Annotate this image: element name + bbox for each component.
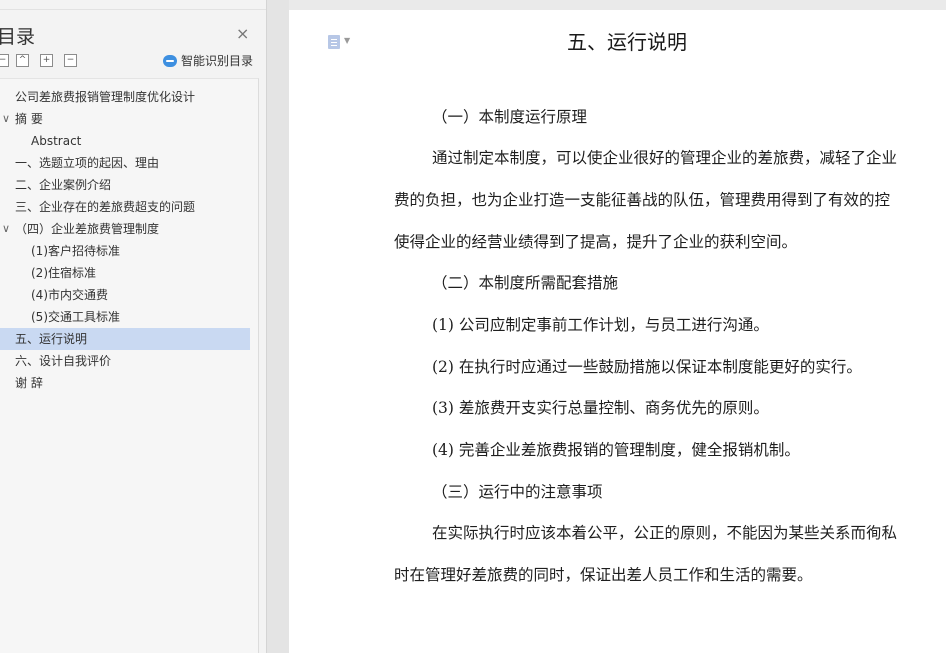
expand-up-icon[interactable]: ^ (16, 54, 29, 67)
document-page[interactable]: ▼ 五、运行说明 （一）本制度运行原理 通过制定本制度，可以使企业很好的管理企业… (289, 10, 946, 653)
toc-item-label: 二、企业案例介绍 (15, 178, 112, 192)
paragraph: （一）本制度运行原理 (432, 108, 588, 126)
ai-icon (163, 54, 177, 67)
toc-item-label: 谢 辞 (15, 376, 43, 390)
toc-item-label: Abstract (31, 134, 82, 148)
remove-heading-icon[interactable]: − (64, 54, 77, 67)
toc-item-label: 六、设计自我评价 (15, 354, 112, 368)
toc-item-sub-4[interactable]: (4)市内交通费 (0, 284, 250, 306)
toc-item-sub-1[interactable]: (1)客户招待标准 (0, 240, 250, 262)
toc-item-label: 摘 要 (15, 112, 43, 126)
toc-item-label: 五、运行说明 (15, 332, 88, 346)
toc-item-section-3[interactable]: 三、企业存在的差旅费超支的问题 (0, 196, 250, 218)
toc-item-label: (5)交通工具标准 (31, 310, 120, 324)
paragraph: (4) 完善企业差旅费报销的管理制度，健全报销机制。 (432, 441, 800, 459)
toc-item-label: (4)市内交通费 (31, 288, 108, 302)
toc-list: 公司差旅费报销管理制度优化设计 ∨ 摘 要 Abstract 一、选题立项的起因… (0, 78, 259, 653)
toc-item-sub-5[interactable]: (5)交通工具标准 (0, 306, 250, 328)
toc-item-label: （四）企业差旅费管理制度 (15, 222, 160, 236)
paragraph: (1) 公司应制定事前工作计划，与员工进行沟通。 (432, 316, 769, 334)
toc-item-section-2[interactable]: 二、企业案例介绍 (0, 174, 250, 196)
toc-item-label: (2)住宿标准 (31, 266, 96, 280)
chevron-down-icon[interactable]: ∨ (2, 108, 10, 130)
panel-divider[interactable] (266, 0, 289, 653)
toc-item-sub-2[interactable]: (2)住宿标准 (0, 262, 250, 284)
paragraph: 通过制定本制度，可以使企业很好的管理企业的差旅费，减轻了企业 (432, 149, 898, 167)
toc-item-section-5[interactable]: 五、运行说明 (0, 328, 250, 350)
paragraph: 费的负担，也为企业打造一支能征善战的队伍，管理费用得到了有效的控 (394, 191, 891, 209)
toc-top-strip (0, 0, 266, 10)
paragraph: 使得企业的经营业绩得到了提高，提升了企业的获利空间。 (394, 233, 798, 251)
chevron-down-icon[interactable]: ▼ (344, 36, 350, 45)
paragraph: (3) 差旅费开支实行总量控制、商务优先的原则。 (432, 399, 769, 417)
toc-item-thanks[interactable]: 谢 辞 (0, 372, 250, 394)
add-heading-icon[interactable]: + (40, 54, 53, 67)
collapse-icon[interactable]: − (0, 54, 9, 67)
toc-item-label: 三、企业存在的差旅费超支的问题 (15, 200, 196, 214)
close-icon[interactable]: × (236, 24, 249, 43)
toc-item-abstract[interactable]: Abstract (0, 130, 250, 152)
page-heading: 五、运行说明 (567, 30, 687, 54)
toc-item-section-4[interactable]: ∨ （四）企业差旅费管理制度 (0, 218, 250, 240)
paragraph: (2) 在执行时应通过一些鼓励措施以保证本制度能更好的实行。 (432, 358, 862, 376)
toc-item-section-1[interactable]: 一、选题立项的起因、理由 (0, 152, 250, 174)
toc-item-section-6[interactable]: 六、设计自我评价 (0, 350, 250, 372)
chevron-down-icon[interactable]: ∨ (2, 218, 10, 240)
paragraph: 在实际执行时应该本着公平，公正的原则，不能因为某些关系而徇私 (432, 524, 898, 542)
paragraph: 时在管理好差旅费的同时，保证出差人员工作和生活的需要。 (394, 566, 813, 584)
toc-title: 目录 (0, 26, 36, 48)
document-icon[interactable] (328, 35, 340, 49)
toc-item-abstract-cn[interactable]: ∨ 摘 要 (0, 108, 250, 130)
paragraph: （二）本制度所需配套措施 (432, 274, 619, 292)
toc-item-title[interactable]: 公司差旅费报销管理制度优化设计 (0, 86, 250, 108)
smart-toc-button[interactable]: 智能识别目录 (163, 52, 253, 69)
toc-item-label: (1)客户招待标准 (31, 244, 120, 258)
smart-toc-label: 智能识别目录 (181, 54, 254, 68)
toc-item-label: 公司差旅费报销管理制度优化设计 (15, 90, 196, 104)
paragraph: （三）运行中的注意事项 (432, 483, 603, 501)
toc-panel: 目录 × − ^ + − 智能识别目录 公司差旅费报销管理制度优化设计 ∨ 摘 … (0, 0, 266, 653)
toc-item-label: 一、选题立项的起因、理由 (15, 156, 160, 170)
